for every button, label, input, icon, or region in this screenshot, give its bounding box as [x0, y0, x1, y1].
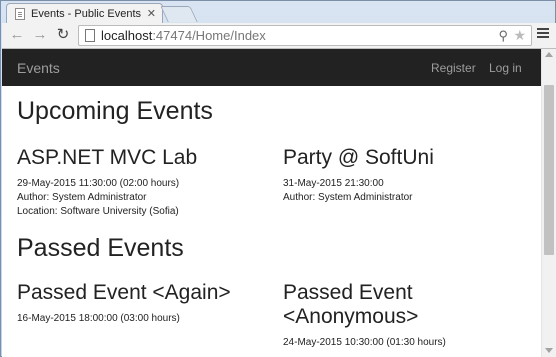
- event-title: ASP.NET MVC Lab: [17, 146, 198, 169]
- event-card: Passed Event <Anonymous> 24-May-2015 10:…: [283, 281, 523, 350]
- close-tab-icon[interactable]: ✕: [147, 7, 156, 20]
- event-details: 29-May-2015 11:30:00 (02:00 hours) Autho…: [17, 177, 257, 219]
- register-link[interactable]: Register: [431, 61, 476, 75]
- menu-icon[interactable]: [537, 28, 549, 40]
- forward-arrow-icon[interactable]: →: [31, 26, 49, 44]
- page-icon: [85, 29, 95, 42]
- page-favicon-icon: [15, 8, 25, 20]
- event-title: Passed Event <Anonymous>: [283, 281, 419, 328]
- browser-toolbar: ← → ↻ localhost:47474/Home/Index ⚲ ★: [2, 23, 556, 49]
- back-arrow-icon[interactable]: ←: [8, 26, 26, 44]
- new-tab-button[interactable]: [160, 6, 198, 22]
- zoom-icon[interactable]: ⚲: [498, 28, 508, 44]
- event-details: 16-May-2015 18:00:00 (03:00 hours): [17, 312, 257, 326]
- event-author: Author: System Administrator: [283, 192, 413, 203]
- event-location: Location: Software University (Sofia): [17, 206, 179, 217]
- event-title: Passed Event <Again>: [17, 281, 231, 304]
- reload-icon[interactable]: ↻: [54, 26, 72, 44]
- upcoming-events-heading: Upcoming Events: [17, 97, 213, 125]
- address-bar[interactable]: localhost:47474/Home/Index ⚲ ★: [78, 25, 532, 46]
- main-content: Upcoming Events ASP.NET MVC Lab 29-May-2…: [2, 86, 541, 357]
- scrollbar-thumb[interactable]: [544, 85, 554, 255]
- page-viewport: Events Register Log in Upcoming Events A…: [2, 49, 556, 357]
- scroll-up-arrow-icon[interactable]: [545, 52, 553, 57]
- event-card: Party @ SoftUni 31-May-2015 21:30:00 Aut…: [283, 146, 523, 205]
- url-host: localhost: [101, 28, 153, 43]
- passed-events-heading: Passed Events: [17, 234, 184, 262]
- tab-title: Events - Public Events: [31, 8, 142, 20]
- event-date: 24-May-2015 10:30:00 (01:30 hours): [283, 337, 446, 348]
- event-author: Author: System Administrator: [17, 192, 147, 203]
- event-details: 31-May-2015 21:30:00 Author: System Admi…: [283, 177, 523, 205]
- url-text[interactable]: localhost:47474/Home/Index: [101, 28, 266, 43]
- event-title: Party @ SoftUni: [283, 146, 434, 169]
- tab-strip: Events - Public Events ✕: [1, 1, 556, 24]
- site-navbar: Events Register Log in: [2, 49, 541, 86]
- browser-window: Events - Public Events ✕ ← → ↻ localhost…: [0, 0, 556, 357]
- login-link[interactable]: Log in: [489, 61, 522, 75]
- bookmark-star-icon[interactable]: ★: [513, 27, 526, 44]
- event-date: 29-May-2015 11:30:00 (02:00 hours): [17, 178, 180, 189]
- scroll-down-arrow-icon[interactable]: [545, 348, 553, 353]
- event-date: 31-May-2015 21:30:00: [283, 178, 384, 189]
- brand-link[interactable]: Events: [17, 60, 60, 76]
- event-details: 24-May-2015 10:30:00 (01:30 hours): [283, 336, 523, 350]
- event-date: 16-May-2015 18:00:00 (03:00 hours): [17, 313, 180, 324]
- url-path: :47474/Home/Index: [152, 28, 266, 43]
- event-card: Passed Event <Again> 16-May-2015 18:00:0…: [17, 281, 257, 326]
- event-card: ASP.NET MVC Lab 29-May-2015 11:30:00 (02…: [17, 146, 257, 219]
- browser-tab[interactable]: Events - Public Events ✕: [6, 3, 163, 24]
- vertical-scrollbar[interactable]: [541, 49, 556, 357]
